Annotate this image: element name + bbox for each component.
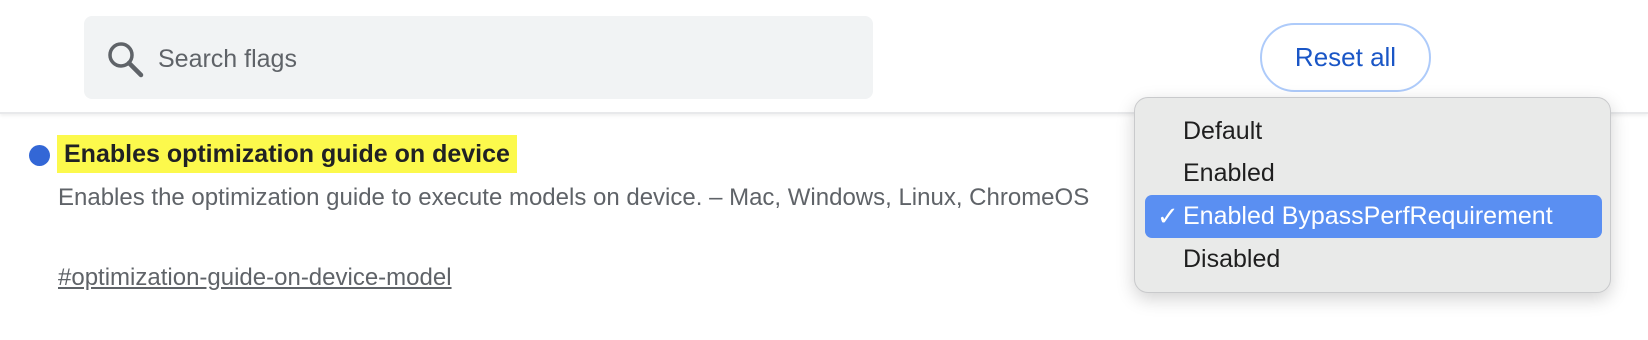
flag-title: Enables optimization guide on device [57,135,517,173]
checkmark-icon: ✓ [1157,201,1179,231]
menu-option-label: Default [1183,117,1263,145]
menu-option-enabled[interactable]: Enabled [1145,152,1602,195]
flag-status-dot [29,145,50,166]
reset-all-button[interactable]: Reset all [1260,23,1431,92]
menu-option-label: Enabled [1183,159,1275,187]
search-box[interactable] [84,16,873,99]
flag-state-dropdown-menu: Default Enabled ✓ Enabled BypassPerfRequ… [1134,97,1611,293]
menu-option-label: Enabled BypassPerfRequirement [1183,202,1553,230]
menu-option-label: Disabled [1183,245,1281,273]
menu-option-disabled[interactable]: Disabled [1145,238,1602,281]
flag-description: Enables the optimization guide to execut… [58,184,1090,211]
search-input[interactable] [156,36,850,82]
menu-option-default[interactable]: Default [1145,110,1602,153]
search-icon [106,40,146,80]
flag-anchor-link[interactable]: #optimization-guide-on-device-model [58,259,452,297]
menu-option-enabled-bypassperfrequirement[interactable]: ✓ Enabled BypassPerfRequirement [1145,195,1602,238]
